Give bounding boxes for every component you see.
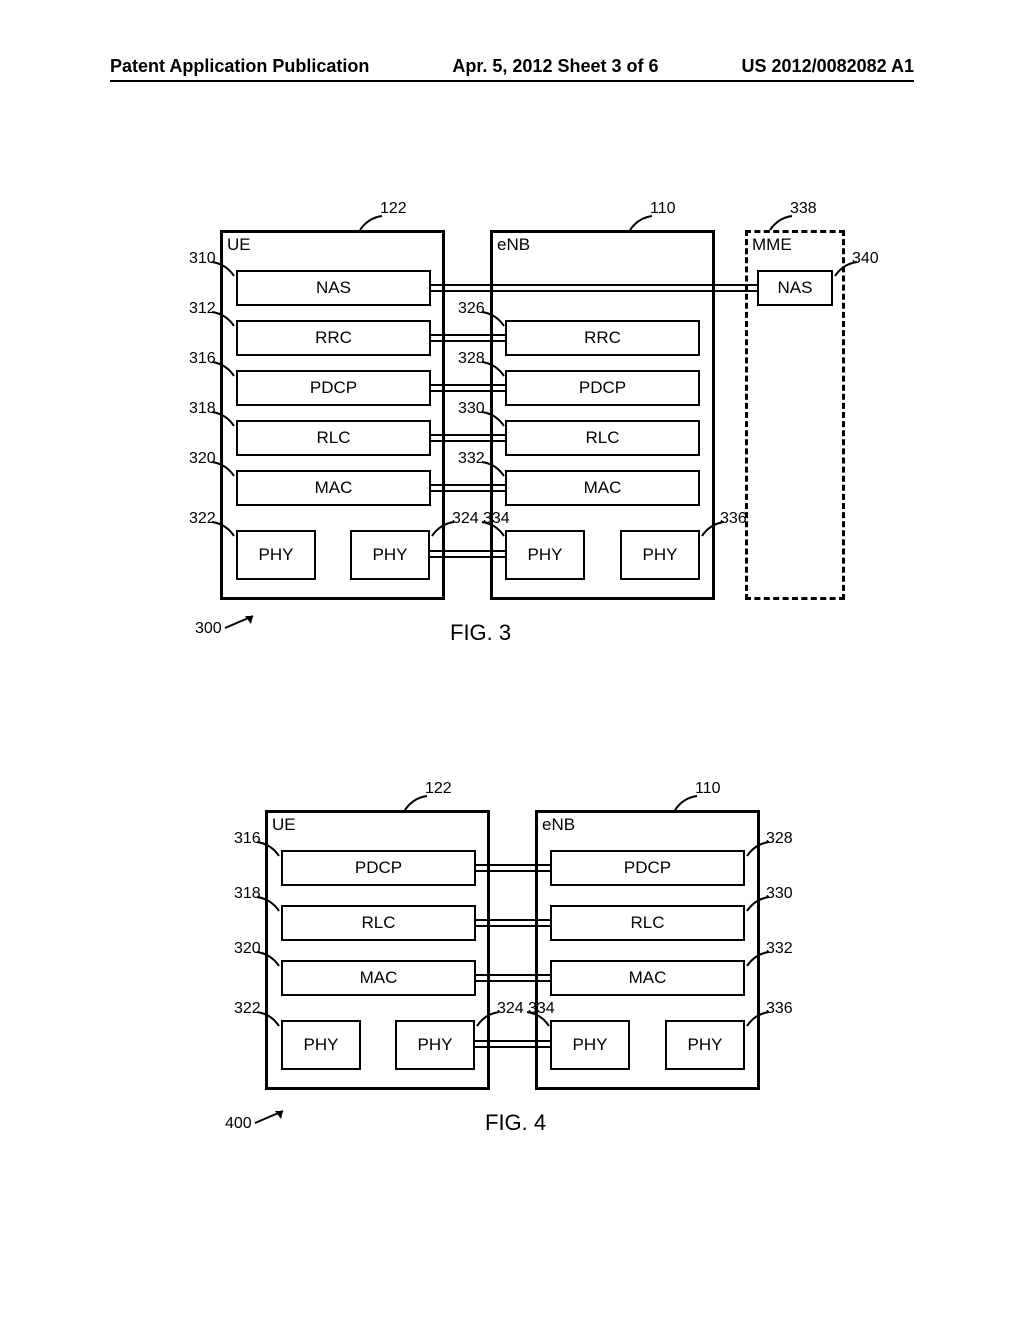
conn-phy-b <box>430 556 505 558</box>
ref-mme-338: 338 <box>790 200 817 218</box>
ref-300: 300 <box>195 620 222 638</box>
f4-tick-336 <box>747 1012 771 1036</box>
f4-ue-pdcp: PDCP <box>281 850 476 886</box>
conn-pdcp-a <box>431 384 505 386</box>
enb-mac: MAC <box>505 470 700 506</box>
f4-tick-316 <box>255 842 279 866</box>
f4-enb-pdcp: PDCP <box>550 850 745 886</box>
f4-conn-phy-b <box>475 1046 550 1048</box>
entity-ue-label: UE <box>227 235 251 255</box>
header-center: Apr. 5, 2012 Sheet 3 of 6 <box>452 56 658 77</box>
f4-conn-pdcp-a <box>476 864 550 866</box>
f4-tick-334 <box>525 1012 549 1036</box>
conn-nas-a <box>431 284 757 286</box>
f4-enb-phy2: PHY <box>665 1020 745 1070</box>
tick-324 <box>432 522 456 546</box>
tick-326 <box>480 312 504 336</box>
figure-3-caption: FIG. 3 <box>450 620 511 646</box>
f4-conn-pdcp-b <box>476 870 550 872</box>
f4-conn-mac-a <box>476 974 550 976</box>
f4-tick-324 <box>477 1012 501 1036</box>
tick-334 <box>480 522 504 546</box>
figure-4: UE 122 eNB 110 PDCP 316 RLC 318 MAC 320 … <box>0 780 1024 1220</box>
f4-conn-rlc-a <box>476 919 550 921</box>
tick-318 <box>210 412 234 436</box>
f4-tick-330 <box>747 897 771 921</box>
enb-rrc: RRC <box>505 320 700 356</box>
figure-3: UE 122 eNB 110 MME 338 NAS 310 RRC 312 P… <box>0 200 1024 720</box>
ref-324: 324 <box>452 510 479 528</box>
entity-enb-label: eNB <box>497 235 530 255</box>
conn-rlc-b <box>431 440 505 442</box>
tick-336 <box>702 522 726 546</box>
conn-nas-b <box>431 290 757 292</box>
f4-ue-mac: MAC <box>281 960 476 996</box>
page-header: Patent Application Publication Apr. 5, 2… <box>0 56 1024 77</box>
f4-ue-phy1: PHY <box>281 1020 361 1070</box>
tick-ue-122 <box>360 216 384 240</box>
figure-4-caption: FIG. 4 <box>485 1110 546 1136</box>
conn-rlc-a <box>431 434 505 436</box>
tick-320 <box>210 462 234 486</box>
conn-rrc-a <box>431 334 505 336</box>
f4-ue-phy2: PHY <box>395 1020 475 1070</box>
header-right: US 2012/0082082 A1 <box>742 56 914 77</box>
conn-rrc-b <box>431 340 505 342</box>
f4-tick-320 <box>255 952 279 976</box>
f4-ref-324: 324 <box>497 1000 524 1018</box>
f4-entity-ue-label: UE <box>272 815 296 835</box>
tick-mme-338 <box>770 216 794 240</box>
f4-enb-mac: MAC <box>550 960 745 996</box>
tick-328 <box>480 362 504 386</box>
ue-pdcp: PDCP <box>236 370 431 406</box>
f4-conn-rlc-b <box>476 925 550 927</box>
f4-conn-phy-a <box>475 1040 550 1042</box>
arrow-300 <box>225 612 265 637</box>
tick-322 <box>210 522 234 546</box>
header-rule <box>110 80 914 82</box>
enb-rlc: RLC <box>505 420 700 456</box>
enb-phy2: PHY <box>620 530 700 580</box>
f4-tick-enb-110 <box>675 796 699 820</box>
f4-enb-rlc: RLC <box>550 905 745 941</box>
tick-340 <box>835 262 859 286</box>
conn-phy-a <box>430 550 505 552</box>
f4-tick-332 <box>747 952 771 976</box>
f4-tick-322 <box>255 1012 279 1036</box>
f4-tick-ue-122 <box>405 796 429 820</box>
f4-entity-enb-label: eNB <box>542 815 575 835</box>
f4-tick-328 <box>747 842 771 866</box>
tick-332 <box>480 462 504 486</box>
arrow-400 <box>255 1107 295 1132</box>
ref-400: 400 <box>225 1115 252 1133</box>
ue-phy2: PHY <box>350 530 430 580</box>
tick-316 <box>210 362 234 386</box>
ue-rrc: RRC <box>236 320 431 356</box>
conn-mac-a <box>431 484 505 486</box>
f4-tick-318 <box>255 897 279 921</box>
enb-pdcp: PDCP <box>505 370 700 406</box>
f4-conn-mac-b <box>476 980 550 982</box>
ue-rlc: RLC <box>236 420 431 456</box>
enb-phy1: PHY <box>505 530 585 580</box>
ue-nas: NAS <box>236 270 431 306</box>
f4-ue-rlc: RLC <box>281 905 476 941</box>
conn-mac-b <box>431 490 505 492</box>
ue-mac: MAC <box>236 470 431 506</box>
f4-ref-ue-122: 122 <box>425 780 452 798</box>
tick-330 <box>480 412 504 436</box>
conn-pdcp-b <box>431 390 505 392</box>
tick-enb-110 <box>630 216 654 240</box>
header-left: Patent Application Publication <box>110 56 369 77</box>
tick-312 <box>210 312 234 336</box>
ue-phy1: PHY <box>236 530 316 580</box>
tick-310 <box>210 262 234 286</box>
mme-nas: NAS <box>757 270 833 306</box>
f4-enb-phy1: PHY <box>550 1020 630 1070</box>
ref-ue-122: 122 <box>380 200 407 218</box>
